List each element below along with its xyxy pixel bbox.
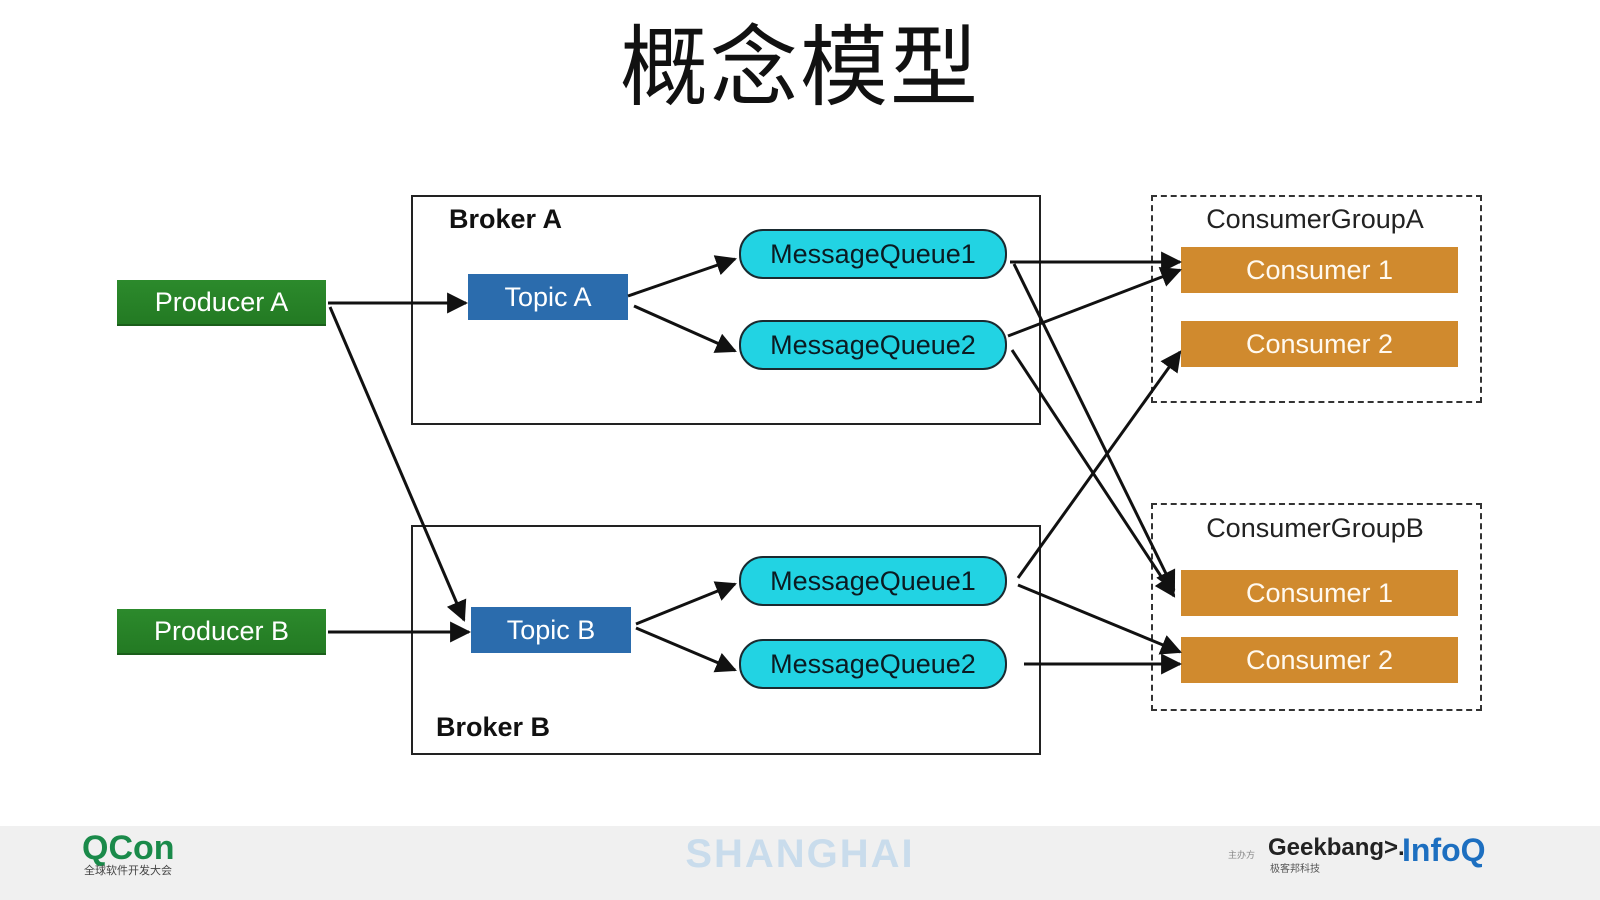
arrow-topic-a-to-queue-a1 bbox=[627, 255, 737, 298]
arrow-queue-a1-to-gb-consumer-1 bbox=[1012, 263, 1176, 592]
geekbang-subtitle: 极客邦科技 bbox=[1270, 864, 1320, 875]
arrow-queue-b1-to-gb-consumer-2 bbox=[1017, 583, 1182, 655]
arrow-topic-a-to-queue-a2 bbox=[633, 304, 737, 353]
organizer-label: 主办方 bbox=[1228, 851, 1256, 861]
arrow-topic-b-to-queue-b1 bbox=[635, 581, 737, 626]
infoq-logo: InfoQ bbox=[1402, 832, 1486, 868]
arrow-queue-b1-to-ga-consumer-2 bbox=[1016, 350, 1182, 579]
arrow-topic-b-to-queue-b2 bbox=[635, 626, 737, 673]
geekbang-logo: Geekbang>. bbox=[1268, 834, 1405, 861]
flow-arrows bbox=[328, 251, 1183, 675]
arrow-producer-a-to-topic-b bbox=[328, 306, 467, 622]
